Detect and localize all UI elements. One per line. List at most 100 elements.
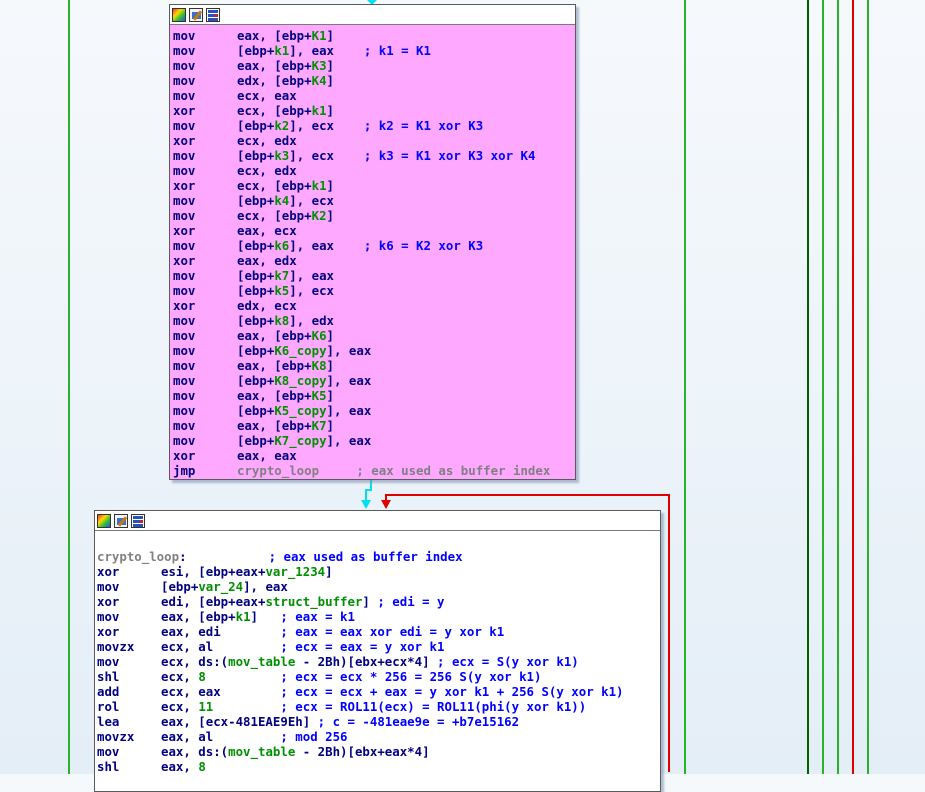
variable-ref[interactable]: var_24: [198, 579, 243, 594]
variable-ref[interactable]: k7: [274, 268, 289, 283]
operand: ]: [326, 328, 334, 343]
instruction-line[interactable]: xor edx, ecx: [173, 298, 575, 313]
variable-ref[interactable]: K4: [312, 73, 327, 88]
variable-ref[interactable]: k1: [312, 178, 327, 193]
instruction-line[interactable]: xor ecx, [ebp+k1]: [173, 103, 575, 118]
instruction-line[interactable]: mov [ebp+K7_copy], eax: [173, 433, 575, 448]
instruction-line[interactable]: mov ecx, eax: [173, 88, 575, 103]
comment: ; ecx = ecx + eax = y xor k1 + 256 S(y x…: [220, 684, 624, 699]
instruction-line[interactable]: mov [ebp+k6], eax ; k6 = K2 xor K3: [173, 238, 575, 253]
instruction-line[interactable]: xor edi, [ebp+eax+struct_buffer] ; edi = …: [97, 594, 660, 609]
variable-ref[interactable]: K8: [312, 358, 327, 373]
xrefs-icon[interactable]: [206, 7, 220, 22]
instruction-line[interactable]: jmp crypto_loop ; eax used as buffer inde…: [173, 463, 575, 478]
comment: ; ecx = eax = y xor k1: [213, 639, 445, 654]
instruction-line[interactable]: mov ecx, edx: [173, 163, 575, 178]
variable-ref[interactable]: k1: [312, 103, 327, 118]
color-graph-icon[interactable]: [97, 513, 111, 528]
comment: ; k1 = K1: [334, 43, 431, 58]
basic-block-crypto-loop[interactable]: crypto_loop: ; eax used as buffer index x…: [94, 510, 661, 792]
instruction-line[interactable]: shl ecx, 8 ; ecx = ecx * 256 = 256 S(y xo…: [97, 669, 660, 684]
basic-block-key-setup[interactable]: mov eax, [ebp+K1] mov [ebp+k1], eax ; k1 = …: [169, 4, 576, 480]
instruction-line[interactable]: mov eax, [ebp+k1] ; eax = k1: [97, 609, 660, 624]
operand: eax, edx: [237, 253, 297, 268]
variable-ref[interactable]: k1: [236, 609, 251, 624]
instruction-line[interactable]: xor ecx, [ebp+k1]: [173, 178, 575, 193]
mnemonic: xor: [173, 178, 196, 193]
instruction-line[interactable]: mov eax, [ebp+K6]: [173, 328, 575, 343]
variable-ref[interactable]: struct_buffer: [265, 594, 362, 609]
operand: [ebp+: [161, 579, 199, 594]
instruction-line[interactable]: movzx ecx, al ; ecx = eax = y xor k1: [97, 639, 660, 654]
variable-ref[interactable]: K6: [312, 328, 327, 343]
variable-ref[interactable]: k6: [274, 238, 289, 253]
instruction-line[interactable]: mov [ebp+k7], eax: [173, 268, 575, 283]
operand: ], ecx: [289, 118, 334, 133]
operand: ]: [326, 103, 334, 118]
instruction-line[interactable]: rol ecx, 11 ; ecx = ROL11(ecx) = ROL11(ph…: [97, 699, 660, 714]
variable-ref[interactable]: k2: [274, 118, 289, 133]
variable-ref[interactable]: k1: [274, 43, 289, 58]
instruction-line[interactable]: mov eax, [ebp+K1]: [173, 28, 575, 43]
instruction-line[interactable]: movzx eax, al ; mod 256: [97, 729, 660, 744]
instruction-line[interactable]: mov ecx, ds:(mov_table - 2Bh)[ebx+ecx*4] …: [97, 654, 660, 669]
variable-ref[interactable]: k8: [274, 313, 289, 328]
variable-ref[interactable]: mov_table: [228, 744, 295, 759]
instruction-line[interactable]: xor eax, ecx: [173, 223, 575, 238]
variable-ref[interactable]: K8_copy: [274, 373, 326, 388]
instruction-line[interactable]: shl eax, 8: [97, 759, 660, 774]
instruction-line[interactable]: mov [ebp+k3], ecx ; k3 = K1 xor K3 xor K4: [173, 148, 575, 163]
instruction-line[interactable]: mov eax, [ebp+K7]: [173, 418, 575, 433]
instruction-line[interactable]: lea eax, [ecx-481EAE9Eh] ; c = -481eae9e …: [97, 714, 660, 729]
instruction-line[interactable]: mov [ebp+k2], ecx ; k2 = K1 xor K3: [173, 118, 575, 133]
variable-ref[interactable]: K7: [312, 418, 327, 433]
instruction-line[interactable]: mov [ebp+k4], ecx: [173, 193, 575, 208]
variable-ref[interactable]: k3: [274, 148, 289, 163]
variable-ref[interactable]: k4: [274, 193, 289, 208]
operand: ], eax: [326, 373, 372, 388]
instruction-line[interactable]: mov [ebp+K8_copy], eax: [173, 373, 575, 388]
label-ref[interactable]: crypto_loop: [97, 549, 179, 564]
instruction-line[interactable]: mov edx, [ebp+K4]: [173, 73, 575, 88]
instruction-line[interactable]: xor eax, edx: [173, 253, 575, 268]
mnemonic: mov: [173, 208, 196, 223]
variable-ref[interactable]: K3: [312, 58, 327, 73]
operand: ], ecx: [289, 193, 334, 208]
variable-ref[interactable]: mov_table: [228, 654, 295, 669]
mnemonic: mov: [173, 373, 196, 388]
instruction-line[interactable]: mov [ebp+k5], ecx: [173, 283, 575, 298]
edit-node-icon[interactable]: [114, 513, 128, 528]
variable-ref[interactable]: K7_copy: [274, 433, 326, 448]
instruction-line[interactable]: xor eax, eax: [173, 448, 575, 463]
mnemonic: mov: [173, 88, 196, 103]
operand: ]: [326, 208, 334, 223]
loop-arrowhead-icon: [381, 500, 391, 509]
mnemonic: mov: [173, 268, 196, 283]
instruction-line[interactable]: mov eax, ds:(mov_table - 2Bh)[ebx+eax*4]: [97, 744, 660, 759]
variable-ref[interactable]: K6_copy: [274, 343, 326, 358]
variable-ref[interactable]: var_1234: [265, 564, 325, 579]
instruction-line[interactable]: mov [ebp+k8], edx: [173, 313, 575, 328]
instruction-line[interactable]: mov eax, [ebp+K3]: [173, 58, 575, 73]
variable-ref[interactable]: k5: [274, 283, 289, 298]
instruction-line[interactable]: mov [ebp+k1], eax ; k1 = K1: [173, 43, 575, 58]
edit-node-icon[interactable]: [189, 7, 203, 22]
variable-ref[interactable]: K5_copy: [274, 403, 326, 418]
instruction-line[interactable]: xor eax, edi ; eax = eax xor edi = y xor …: [97, 624, 660, 639]
xrefs-icon[interactable]: [131, 513, 145, 528]
variable-ref[interactable]: K1: [312, 28, 327, 43]
variable-ref[interactable]: K5: [312, 388, 327, 403]
label-ref[interactable]: crypto_loop: [237, 463, 319, 478]
instruction-line[interactable]: mov [ebp+K6_copy], eax: [173, 343, 575, 358]
variable-ref[interactable]: K2: [312, 208, 327, 223]
instruction-line[interactable]: mov eax, [ebp+K8]: [173, 358, 575, 373]
instruction-line[interactable]: xor ecx, edx: [173, 133, 575, 148]
instruction-line[interactable]: mov [ebp+var_24], eax: [97, 579, 660, 594]
instruction-line[interactable]: add ecx, eax ; ecx = ecx + eax = y xor k1…: [97, 684, 660, 699]
instruction-line[interactable]: mov eax, [ebp+K5]: [173, 388, 575, 403]
instruction-line[interactable]: mov [ebp+K5_copy], eax: [173, 403, 575, 418]
operand: ], eax: [243, 579, 288, 594]
instruction-line[interactable]: xor esi, [ebp+eax+var_1234]: [97, 564, 660, 579]
instruction-line[interactable]: mov ecx, [ebp+K2]: [173, 208, 575, 223]
color-graph-icon[interactable]: [172, 7, 186, 22]
